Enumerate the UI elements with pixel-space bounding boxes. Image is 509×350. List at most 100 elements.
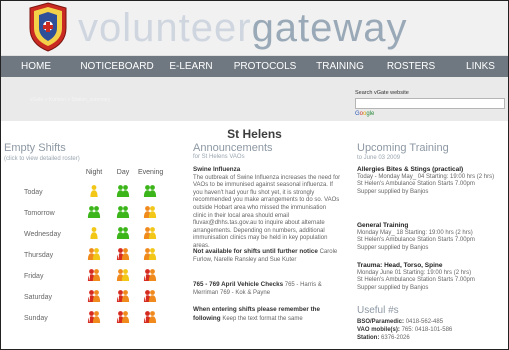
shift-status-icon[interactable]: !	[143, 310, 157, 324]
column-night: Night	[85, 169, 103, 176]
contact-label: VAO mobile(s):	[357, 327, 400, 333]
day-label-saturday: Saturday	[24, 294, 53, 301]
shift-status-icon[interactable]	[116, 226, 130, 240]
svg-text:!: !	[117, 254, 119, 261]
ambulance-tasmania-logo[interactable]	[28, 2, 68, 52]
svg-text:!: !	[117, 317, 119, 324]
site-header: volunteergateway	[0, 0, 509, 56]
site-title-part2: gateway	[251, 6, 408, 50]
shift-status-icon[interactable]	[87, 226, 101, 240]
day-label-tomorrow: Tomorrow	[24, 210, 55, 217]
announcement-item: 765 - 769 April Vehicle Checks 765 - Har…	[193, 281, 341, 297]
google-logo: Google	[355, 111, 374, 117]
google-logo-part4: gle	[366, 111, 375, 117]
search-input[interactable]	[355, 98, 505, 109]
svg-text:!: !	[144, 296, 146, 303]
shift-status-icon[interactable]	[116, 205, 130, 219]
main-nav: HOME NOTICEBOARD E-LEARN PROTOCOLS TRAIN…	[0, 56, 509, 77]
useful-numbers-title: Useful #s	[357, 305, 399, 316]
announcements-title: Announcements	[193, 142, 273, 154]
contact-label: Station:	[357, 335, 380, 341]
training-line: Today - Monday May_ 04 Starting: 19:00 h…	[357, 173, 495, 180]
day-label-friday: Friday	[24, 273, 44, 280]
training-heading[interactable]: Trauma: Head, Torso, Spine	[357, 262, 507, 270]
shift-status-icon[interactable]: !	[87, 289, 101, 303]
announcement-heading: 765 - 769 April Vehicle Checks	[193, 281, 284, 288]
contact-value: 6376-2026	[381, 335, 410, 341]
shift-status-icon[interactable]: !	[116, 247, 130, 261]
day-label-wednesday: Wednesday	[24, 231, 61, 238]
column-evening: Evening	[138, 169, 164, 176]
training-line: St Helen's Ambulance Station Starts 7.00…	[357, 277, 475, 284]
site-title-part1: volunteer	[78, 6, 252, 50]
shift-status-icon[interactable]	[116, 268, 130, 282]
svg-text:!: !	[117, 296, 119, 303]
training-item[interactable]: Trauma: Head, Torso, Spine Monday June 0…	[357, 262, 507, 292]
announcements-subtitle: for St Helens VAOs	[193, 154, 245, 160]
breadcrumb-band: vGate » Kurlson » Station_summary Search…	[0, 77, 509, 121]
shift-status-icon[interactable]: !	[143, 289, 157, 303]
contact-value: 0418-562-485	[405, 319, 444, 325]
announcement-heading: Swine Influenza	[193, 166, 241, 173]
training-heading[interactable]: General Training	[357, 222, 507, 230]
shift-status-icon[interactable]: !	[87, 268, 101, 282]
nav-links[interactable]: LINKS	[452, 56, 509, 77]
shift-status-icon[interactable]: !	[116, 289, 130, 303]
training-line: St Helen's Ambulance Station Starts 7.00…	[357, 181, 475, 188]
svg-text:!: !	[88, 296, 90, 303]
day-label-sunday: Sunday	[24, 315, 48, 322]
training-item[interactable]: Allergies Bites & Stings (practical) Tod…	[357, 166, 507, 196]
shift-status-icon[interactable]	[143, 247, 157, 261]
contact-label: BSO/Paramedic:	[357, 319, 405, 325]
announcement-item: When entering shifts please remember the…	[193, 306, 341, 323]
shift-status-icon[interactable]	[116, 184, 130, 198]
contact-value: 765: 0418-101-586	[401, 327, 453, 333]
svg-text:!: !	[144, 275, 146, 282]
training-heading[interactable]: Allergies Bites & Stings (practical)	[357, 166, 507, 174]
training-line: Supper supplied by Banjos	[357, 244, 429, 251]
shift-status-icon[interactable]: !	[87, 310, 101, 324]
shift-status-icon[interactable]	[143, 226, 157, 240]
page: volunteergateway HOME NOTICEBOARD E-LEAR…	[0, 0, 509, 350]
shift-status-icon[interactable]: !	[116, 310, 130, 324]
search-label: Search vGate website	[355, 90, 409, 96]
site-title: volunteergateway	[78, 6, 408, 50]
nav-elearn[interactable]: E-LEARN	[162, 56, 220, 77]
page-title: St Helens	[227, 127, 282, 141]
shift-status-icon[interactable]	[143, 205, 157, 219]
day-label-today: Today	[24, 189, 43, 196]
nav-home[interactable]: HOME	[0, 56, 72, 77]
announcement-item: Swine Influenza The outbreak of Swine In…	[193, 166, 341, 251]
training-line: St Helen's Ambulance Station Starts 7.00…	[357, 237, 475, 244]
training-subtitle: to June 03 2009	[357, 155, 401, 161]
shifts-subtitle[interactable]: (click to view detailed roster)	[4, 156, 80, 162]
svg-text:!: !	[144, 317, 146, 324]
nav-rosters[interactable]: ROSTERS	[370, 56, 452, 77]
shift-status-icon[interactable]	[87, 184, 101, 198]
contact-row: Station: 6376-2026	[357, 335, 410, 343]
announcement-body: Keep the text format the same	[222, 315, 303, 322]
training-line: Monday May_ 18 Starting: 19:00 hrs (2 hr…	[357, 229, 473, 236]
svg-text:!: !	[88, 317, 90, 324]
shifts-title: Empty Shifts	[4, 142, 66, 154]
training-line: Monday June 01 Starting: 19:00 hrs (2 hr…	[357, 269, 472, 276]
contact-row: VAO mobile(s): 765: 0418-101-586	[357, 327, 452, 335]
shift-status-icon[interactable]	[143, 184, 157, 198]
nav-protocols[interactable]: PROTOCOLS	[220, 56, 310, 77]
shift-status-icon[interactable]	[87, 205, 101, 219]
column-day: Day	[116, 169, 130, 176]
training-line: Supper supplied by Banjos	[357, 188, 429, 195]
training-title: Upcoming Training	[357, 142, 449, 154]
breadcrumb[interactable]: vGate » Kurlson » Station_summary	[30, 97, 110, 103]
nav-training[interactable]: TRAINING	[310, 56, 370, 77]
announcement-heading: Not available for shifts until further n…	[193, 248, 318, 255]
shift-status-icon[interactable]	[87, 247, 101, 261]
contact-row: BSO/Paramedic: 0418-562-485	[357, 319, 443, 327]
svg-text:!: !	[88, 275, 90, 282]
shift-status-icon[interactable]: !	[143, 268, 157, 282]
training-item[interactable]: General Training Monday May_ 18 Starting…	[357, 222, 507, 252]
announcement-body: The outbreak of Swine Influenza increase…	[193, 174, 341, 249]
announcement-item: Not available for shifts until further n…	[193, 248, 341, 264]
nav-noticeboard[interactable]: NOTICEBOARD	[72, 56, 162, 77]
day-label-thursday: Thursday	[24, 252, 54, 259]
